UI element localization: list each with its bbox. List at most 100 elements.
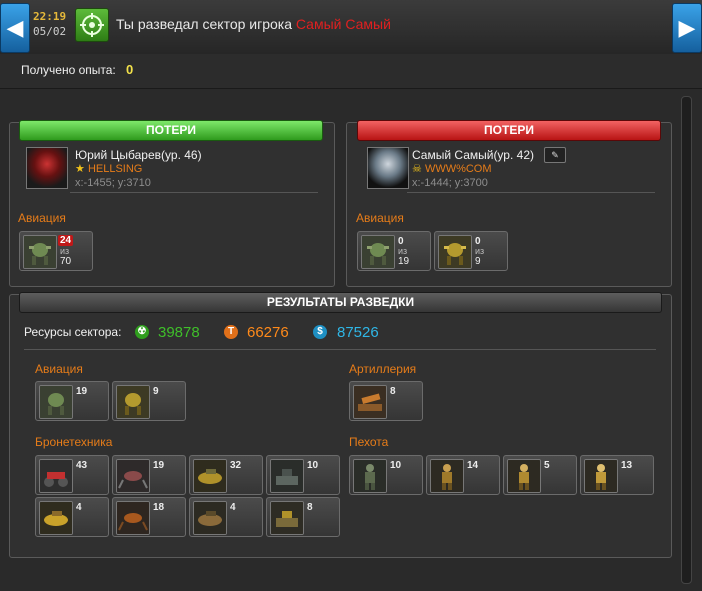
attacker-name[interactable]: Юрий Цыбарев(ур. 46) <box>75 148 202 162</box>
mech-walker-icon <box>39 385 73 419</box>
unit-count: 32 <box>230 460 242 471</box>
attacker-losses-header: ПОТЕРИ <box>19 120 323 141</box>
unit-card[interactable]: 8 <box>349 381 423 421</box>
unit-of-label: из <box>398 246 408 256</box>
unit-count: 14 <box>467 460 479 471</box>
experience-bar: Получено опыта: 0 <box>0 54 702 89</box>
unit-card[interactable]: 13 <box>580 455 654 495</box>
soldier-icon <box>507 459 541 493</box>
unit-count: 13 <box>621 460 633 471</box>
unit-card[interactable]: 9 <box>112 381 186 421</box>
heavy-tank-icon <box>270 501 304 535</box>
resources-label: Ресурсы сектора: <box>24 325 122 339</box>
defender-aviation-label: Авиация <box>356 211 404 225</box>
next-report-button[interactable]: ▶ <box>672 3 702 53</box>
defender-clan-name: WWW%COM <box>424 163 492 175</box>
unit-card[interactable]: 18 <box>112 497 186 537</box>
artillery-label: Артиллерия <box>349 362 417 376</box>
scout-radar-icon <box>75 8 109 42</box>
attacker-clan[interactable]: ★ HELLSING <box>75 162 142 175</box>
artillery-launcher-icon <box>353 385 387 419</box>
soldier-icon <box>430 459 464 493</box>
unit-card[interactable]: 4 <box>189 497 263 537</box>
target-player-link[interactable]: Самый Самый <box>296 16 391 32</box>
aviation-label: Авиация <box>35 362 83 376</box>
defender-unit-card[interactable]: 0 из 9 <box>434 231 508 271</box>
heavy-mech-icon <box>116 385 150 419</box>
attacker-panel: ПОТЕРИ Юрий Цыбарев(ур. 46) ★ HELLSING x… <box>9 120 335 287</box>
unit-card[interactable]: 8 <box>266 497 340 537</box>
titanium-icon: T <box>224 325 238 339</box>
heavy-mech-icon <box>438 235 472 269</box>
mech-walker-icon <box>361 235 395 269</box>
clock-time: 22:19 <box>33 10 67 23</box>
hover-tank-icon <box>193 501 227 535</box>
hover-tank-icon <box>39 501 73 535</box>
top-bar: ◀ 22:19 05/02 Ты разведал сектор игрока … <box>0 0 702 55</box>
defender-losses-header: ПОТЕРИ <box>357 120 661 141</box>
unit-count: 5 <box>544 460 550 471</box>
defender-name[interactable]: Самый Самый(ур. 42) <box>412 148 534 162</box>
unit-count: 18 <box>153 502 165 513</box>
unit-count: 4 <box>76 502 82 513</box>
unit-total-count: 70 <box>60 256 72 267</box>
dollar-icon: $ <box>313 325 327 339</box>
hover-tank-icon <box>193 459 227 493</box>
attacker-coords[interactable]: x:-1455; y:3710 <box>75 177 151 189</box>
spider-tank-icon <box>116 459 150 493</box>
radiation-icon: ☢ <box>135 325 149 339</box>
attacker-unit-card[interactable]: 24 из 70 <box>19 231 93 271</box>
experience-label: Получено опыта: <box>21 63 116 77</box>
attacker-aviation-label: Авиация <box>18 211 66 225</box>
unit-card[interactable]: 10 <box>266 455 340 495</box>
unit-card[interactable]: 4 <box>35 497 109 537</box>
unit-count: 10 <box>307 460 319 471</box>
divider <box>24 349 656 350</box>
scrollbar[interactable] <box>681 96 692 584</box>
heavy-tank-icon <box>270 459 304 493</box>
resource-radiation-value: 39878 <box>158 324 200 341</box>
prev-report-button[interactable]: ◀ <box>0 3 30 53</box>
arrow-right-icon: ▶ <box>678 15 696 40</box>
attacker-clan-name: HELLSING <box>87 163 143 175</box>
edit-button[interactable]: ✎ <box>544 147 566 163</box>
bike-vehicle-icon <box>39 459 73 493</box>
pencil-icon: ✎ <box>551 150 559 160</box>
spider-tank-icon <box>116 501 150 535</box>
experience-value: 0 <box>126 62 134 77</box>
defender-clan[interactable]: ☠ WWW%COM <box>412 162 492 175</box>
unit-count: 8 <box>390 386 396 397</box>
unit-total-count: 19 <box>398 256 410 267</box>
soldier-icon <box>353 459 387 493</box>
unit-card[interactable]: 10 <box>349 455 423 495</box>
unit-total-count: 9 <box>475 256 481 267</box>
unit-card[interactable]: 32 <box>189 455 263 495</box>
unit-card[interactable]: 19 <box>35 381 109 421</box>
attacker-avatar[interactable] <box>26 147 68 189</box>
mech-walker-icon <box>23 235 57 269</box>
divider <box>407 192 655 193</box>
report-message: Ты разведал сектор игрока <box>116 16 292 32</box>
unit-card[interactable]: 5 <box>503 455 577 495</box>
unit-lost-count: 24 <box>58 235 74 246</box>
unit-card[interactable]: 14 <box>426 455 500 495</box>
defender-avatar[interactable] <box>367 147 409 189</box>
unit-count: 10 <box>390 460 402 471</box>
unit-count: 9 <box>153 386 159 397</box>
unit-count: 19 <box>76 386 88 397</box>
soldier-icon <box>584 459 618 493</box>
unit-of-label: из <box>475 246 485 256</box>
results-header: РЕЗУЛЬТАТЫ РАЗВЕДКИ <box>19 292 662 313</box>
resource-titanium-value: 66276 <box>247 324 289 341</box>
defender-panel: ПОТЕРИ Самый Самый(ур. 42) ✎ ☠ WWW%COM x… <box>346 120 672 287</box>
unit-card[interactable]: 43 <box>35 455 109 495</box>
defender-coords[interactable]: x:-1444; y:3700 <box>412 177 488 189</box>
unit-count: 19 <box>153 460 165 471</box>
defender-unit-card[interactable]: 0 из 19 <box>357 231 431 271</box>
unit-count: 8 <box>307 502 313 513</box>
results-panel: РЕЗУЛЬТАТЫ РАЗВЕДКИ Ресурсы сектора: ☢ 3… <box>9 292 672 558</box>
unit-of-label: из <box>60 246 70 256</box>
skull-icon: ☠ <box>412 163 422 175</box>
unit-count: 43 <box>76 460 88 471</box>
unit-card[interactable]: 19 <box>112 455 186 495</box>
